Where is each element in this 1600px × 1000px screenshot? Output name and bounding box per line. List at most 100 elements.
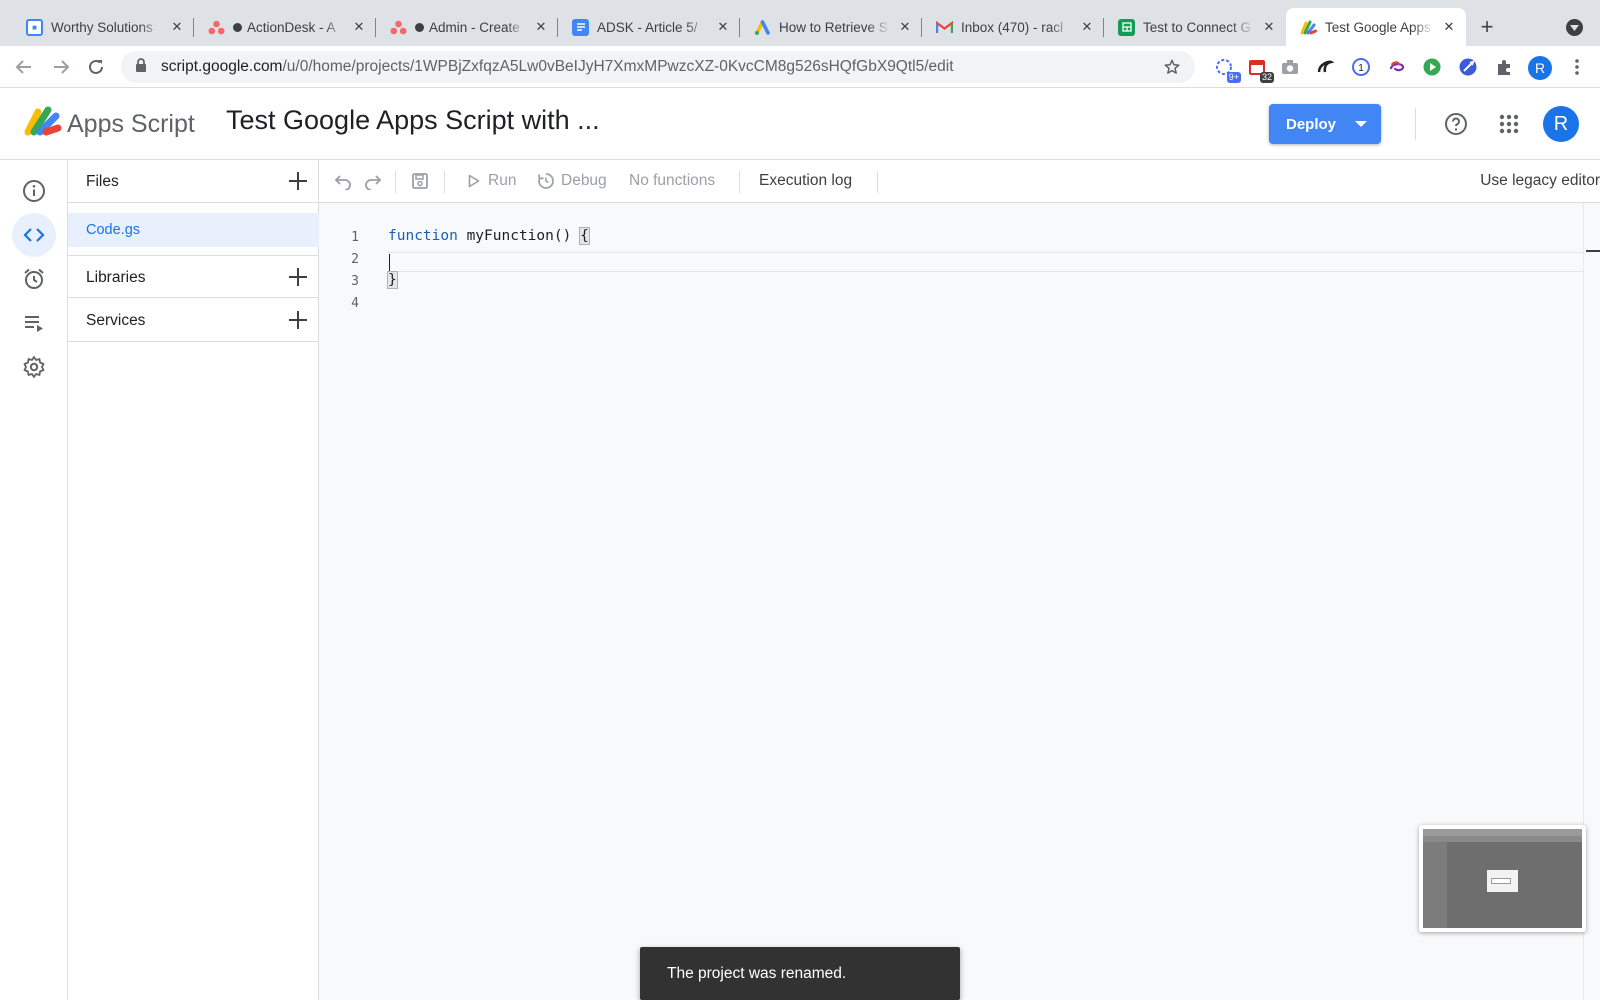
tab-search-icon[interactable] — [1566, 19, 1583, 36]
asana-favicon — [208, 19, 225, 36]
toolbar-divider — [877, 171, 878, 193]
text-cursor — [389, 254, 390, 271]
close-tab-icon[interactable]: ✕ — [1260, 18, 1278, 36]
code-editor[interactable]: 1 function myFunction() { 2 3} 4 — [319, 203, 1583, 1000]
reload-icon[interactable] — [84, 55, 108, 79]
project-title[interactable]: Test Google Apps Script with ... — [226, 105, 600, 136]
camera-extension-icon[interactable] — [1279, 56, 1301, 78]
browser-tab-label: Test to Connect G — [1143, 19, 1252, 35]
libraries-header: Libraries — [68, 255, 319, 298]
docs-favicon — [572, 18, 589, 36]
current-line-highlight — [388, 252, 1583, 272]
address-bar[interactable]: script.google.com/u/0/home/projects/1WPB… — [121, 51, 1195, 83]
ads-favicon — [754, 19, 771, 36]
line-number: 4 — [351, 296, 359, 311]
code-line[interactable]: function myFunction() { — [388, 227, 590, 245]
rail-settings[interactable] — [12, 345, 56, 389]
swirl-extension-icon[interactable] — [1314, 56, 1336, 78]
rocket-extension-icon[interactable] — [1457, 56, 1479, 78]
unsaved-dot-icon — [415, 22, 424, 32]
line-number: 3 — [351, 274, 359, 289]
scroll-position-marker — [1586, 250, 1600, 252]
browser-profile-avatar[interactable]: R — [1528, 56, 1552, 80]
close-tab-icon[interactable]: ✕ — [168, 18, 186, 36]
back-arrow-icon[interactable] — [12, 55, 36, 79]
puzzle-extension-icon[interactable]: 9+ — [1213, 56, 1241, 83]
close-tab-icon[interactable]: ✕ — [1078, 18, 1096, 36]
close-tab-icon[interactable]: ✕ — [350, 18, 368, 36]
rail-triggers[interactable] — [12, 257, 56, 301]
calendar-extension-icon[interactable]: 32 — [1246, 56, 1274, 83]
sheets-favicon — [1118, 18, 1135, 36]
files-header: Files — [68, 160, 319, 203]
rail-editor[interactable] — [12, 213, 56, 257]
browser-tab[interactable]: Admin - Create ✕ — [376, 8, 558, 46]
function-selector[interactable]: No functions — [629, 172, 715, 190]
redo-icon[interactable] — [363, 171, 383, 191]
close-tab-icon[interactable]: ✕ — [896, 18, 914, 36]
files-label: Files — [86, 173, 119, 190]
browser-tab[interactable]: How to Retrieve S ✕ — [740, 8, 922, 46]
close-tab-icon[interactable]: ✕ — [532, 18, 550, 36]
line-number: 1 — [351, 230, 359, 245]
debug-button[interactable]: Debug — [561, 172, 607, 190]
files-panel: Files Code.gs Libraries Services — [68, 160, 319, 1000]
bookmark-star-icon[interactable] — [1163, 58, 1181, 81]
browser-tab-label: Inbox (470) - racl — [961, 19, 1064, 35]
rail-executions[interactable] — [12, 301, 56, 345]
add-service-plus-icon[interactable] — [287, 309, 309, 331]
add-library-plus-icon[interactable] — [287, 266, 309, 288]
google-apps-grid-icon[interactable] — [1495, 110, 1523, 138]
add-file-plus-icon[interactable] — [287, 170, 309, 192]
file-item-code-gs[interactable]: Code.gs — [68, 213, 319, 247]
debug-icon[interactable] — [536, 171, 556, 191]
app-header: Apps Script Test Google Apps Script with… — [0, 88, 1600, 160]
browser-tab[interactable]: Test Google Apps ✕ — [1286, 8, 1466, 46]
rail-overview[interactable] — [12, 169, 56, 213]
left-nav-rail — [0, 160, 68, 1000]
product-name: Apps Script — [67, 110, 195, 138]
calendar-favicon: ■ — [26, 18, 43, 36]
unsaved-dot-icon — [233, 22, 242, 32]
undo-icon[interactable] — [333, 171, 353, 191]
toolbar-divider — [395, 171, 396, 193]
extension-badge: 32 — [1259, 72, 1274, 83]
save-icon[interactable] — [410, 171, 430, 191]
caret-down-icon — [1355, 121, 1367, 127]
password-extension-icon[interactable]: 1 — [1350, 56, 1372, 78]
extensions-icon[interactable] — [1493, 56, 1515, 78]
editor-toolbar: Run Debug No functions Execution log Use… — [319, 160, 1600, 203]
close-tab-icon[interactable]: ✕ — [714, 18, 732, 36]
browser-tab[interactable]: ActionDesk - A ✕ — [194, 8, 376, 46]
browser-tab[interactable]: ADSK - Article 5/ ✕ — [558, 8, 740, 46]
services-label: Services — [86, 312, 146, 329]
browser-tab[interactable]: Inbox (470) - racl ✕ — [922, 8, 1104, 46]
gmail-favicon — [936, 19, 953, 36]
link-extension-icon[interactable] — [1386, 56, 1408, 78]
close-tab-icon[interactable]: ✕ — [1440, 18, 1458, 36]
run-play-icon[interactable] — [464, 171, 484, 191]
browser-tab[interactable]: Test to Connect G ✕ — [1104, 8, 1286, 46]
line-number: 2 — [351, 252, 359, 267]
play-extension-icon[interactable] — [1421, 56, 1443, 78]
code-keyword: function — [388, 228, 458, 244]
apps-script-favicon — [1300, 19, 1317, 36]
executions-icon — [25, 316, 43, 332]
code-line[interactable]: } — [387, 271, 398, 289]
deploy-button[interactable]: Deploy — [1269, 104, 1381, 144]
use-legacy-editor-button[interactable]: Use legacy editor — [1480, 172, 1600, 190]
file-item-label: Code.gs — [86, 222, 141, 238]
help-icon[interactable] — [1442, 110, 1470, 138]
new-tab-button[interactable]: + — [1474, 15, 1500, 41]
thumbnail-preview — [1423, 829, 1582, 928]
browser-tab-label: Admin - Create — [429, 19, 520, 35]
forward-arrow-icon[interactable] — [49, 55, 73, 79]
screenshot-thumbnail[interactable] — [1419, 825, 1586, 932]
browser-tab[interactable]: ■ Worthy Solutions ✕ — [12, 8, 194, 46]
run-button[interactable]: Run — [488, 172, 516, 190]
browser-menu-icon[interactable] — [1566, 56, 1588, 78]
account-avatar[interactable]: R — [1543, 106, 1579, 142]
asana-favicon — [390, 19, 407, 36]
execution-log-button[interactable]: Execution log — [759, 172, 852, 190]
snackbar: The project was renamed. — [640, 947, 960, 1000]
